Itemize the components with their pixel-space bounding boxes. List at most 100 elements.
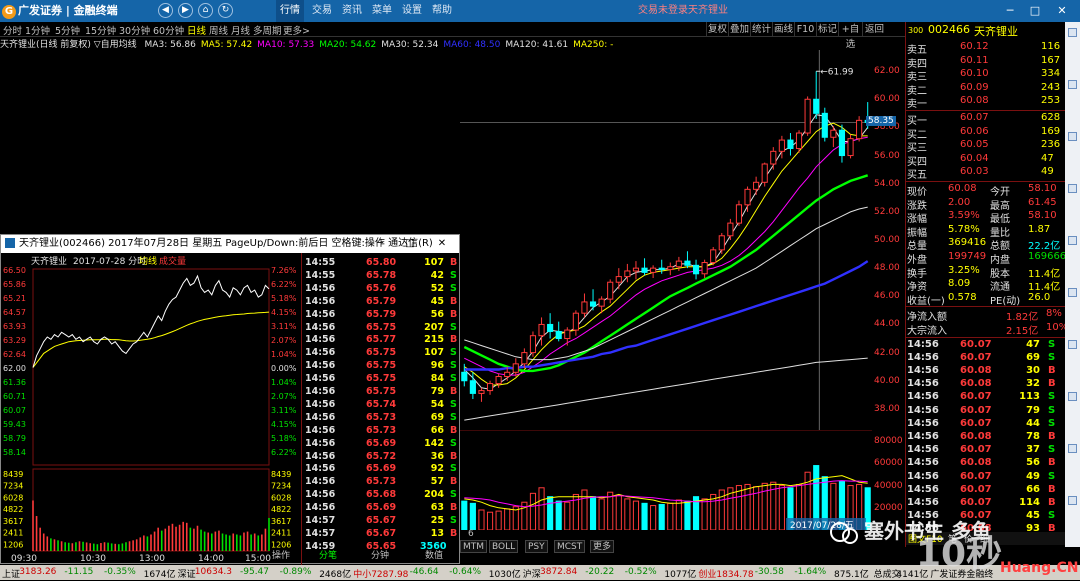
period-tab[interactable]: 60分钟 (153, 23, 184, 37)
candle-body[interactable] (821, 112, 828, 138)
quote-tab[interactable]: 细 (980, 532, 989, 545)
candle-body[interactable] (495, 376, 502, 385)
indicator-tab[interactable]: PSY (525, 540, 548, 553)
period-tab[interactable]: 5分钟 (55, 23, 80, 37)
nav-news[interactable]: 资讯 (342, 0, 362, 22)
indicator-tab[interactable]: BOLL (489, 540, 519, 553)
indicator-tab[interactable]: 更多 (590, 540, 615, 553)
candle-body[interactable] (624, 270, 631, 278)
candle-body[interactable] (761, 163, 768, 183)
minimize-icon[interactable]: ─ (1000, 0, 1020, 22)
toolbar-button[interactable]: 返回 (862, 22, 886, 37)
candle-body[interactable] (461, 371, 468, 382)
trade-login-status[interactable]: 交易未登录 (638, 0, 688, 22)
quote-tab[interactable]: 价 (964, 532, 973, 545)
volume-bar[interactable] (555, 500, 562, 530)
candle-body[interactable] (795, 132, 803, 150)
volume-bar[interactable] (589, 496, 597, 530)
period-tab[interactable]: 15分钟 (85, 23, 116, 37)
volume-bar[interactable] (744, 483, 751, 530)
candle-body[interactable] (701, 262, 708, 275)
volume-bar[interactable] (650, 505, 657, 530)
candle-body[interactable] (787, 139, 794, 150)
volume-bar[interactable] (495, 510, 502, 530)
candle-body[interactable] (529, 335, 537, 354)
candle-body[interactable] (744, 188, 751, 206)
candle-body[interactable] (684, 260, 691, 266)
candle-body[interactable] (538, 323, 545, 337)
volume-bar[interactable] (469, 502, 476, 530)
period-tab[interactable]: 月线 (231, 23, 250, 37)
period-tab[interactable]: 多周期 (253, 23, 282, 37)
candle-body[interactable] (504, 371, 511, 378)
intraday-chart[interactable]: 天齐锂业 2017-07-28 分时均线 成交量 66.50 7.26% 65.86 6.2… (1, 253, 301, 565)
volume-bar[interactable] (624, 498, 631, 530)
candle-body[interactable] (804, 98, 811, 134)
volume-bar[interactable] (581, 489, 588, 530)
toolbar-button[interactable]: F10 (794, 22, 816, 37)
maximize-icon[interactable]: □ (1025, 0, 1045, 22)
sidebar-tool-icon[interactable] (1068, 444, 1077, 453)
sidebar-tool-icon[interactable] (1068, 236, 1077, 245)
popup-titlebar[interactable]: 天齐锂业(002466) 2017年07月28日 星期五 PageUp/Down… (1, 235, 459, 253)
candle-body[interactable] (598, 298, 605, 307)
indicator-tab[interactable]: MCST (554, 540, 586, 553)
volume-bar[interactable] (478, 509, 485, 530)
volume-bar[interactable] (675, 499, 682, 530)
volume-chart[interactable]: 2017/07/28/五 (460, 430, 872, 530)
period-tab[interactable]: 1分钟 (25, 23, 50, 37)
candle-body[interactable] (641, 267, 648, 273)
popup-tab[interactable]: 数值 (425, 549, 443, 563)
nav-quotes[interactable]: 行情 (276, 0, 304, 22)
volume-bar[interactable] (607, 491, 614, 530)
volume-bar[interactable] (529, 492, 537, 530)
popup-close-icon[interactable]: ✕ (433, 235, 451, 253)
period-tab[interactable]: 30分钟 (119, 23, 150, 37)
volume-bar[interactable] (667, 502, 674, 530)
sidebar-tool-icon[interactable] (1068, 496, 1077, 505)
candle-body[interactable] (486, 383, 494, 392)
volume-bar[interactable] (710, 493, 717, 530)
period-tab[interactable]: 周线 (209, 23, 228, 37)
candle-body[interactable] (856, 119, 863, 140)
back-icon[interactable]: ◀ (158, 3, 173, 18)
sidebar-tool-icon[interactable] (1068, 392, 1077, 401)
candle-body[interactable] (572, 312, 579, 331)
volume-bar[interactable] (658, 503, 665, 530)
candle-body[interactable] (710, 249, 717, 264)
candle-body[interactable] (607, 281, 614, 300)
candle-body[interactable] (813, 98, 820, 114)
nav-menu[interactable]: 菜单 (372, 0, 392, 22)
candle-body[interactable] (564, 329, 571, 340)
candle-body[interactable] (650, 267, 657, 273)
candlestick-chart[interactable]: ←61.99 (460, 50, 872, 430)
toolbar-button[interactable]: 标记 (816, 22, 838, 37)
sidebar-tool-icon[interactable] (1068, 132, 1077, 141)
volume-bar[interactable] (504, 508, 511, 530)
candle-body[interactable] (581, 301, 588, 314)
volume-bar[interactable] (486, 511, 494, 530)
toolbar-button[interactable]: +自选 (838, 22, 862, 50)
candle-body[interactable] (727, 222, 734, 237)
candle-body[interactable] (753, 181, 760, 190)
popup-tab[interactable]: 分钟 (371, 549, 389, 563)
volume-bar[interactable] (641, 502, 648, 530)
volume-bar[interactable] (547, 496, 554, 530)
candle-body[interactable] (589, 301, 597, 307)
volume-bar[interactable] (564, 501, 571, 530)
quote-tab[interactable]: 笔 (948, 532, 957, 545)
refresh-icon[interactable]: ↻ (218, 3, 233, 18)
sidebar-tool-icon[interactable] (1068, 340, 1077, 349)
volume-bar[interactable] (778, 485, 785, 530)
intraday-popup[interactable]: 天齐锂业(002466) 2017年07月28日 星期五 PageUp/Down… (0, 234, 460, 565)
candle-body[interactable] (615, 276, 622, 283)
candle-body[interactable] (770, 150, 777, 165)
candle-body[interactable] (521, 352, 528, 365)
popup-tab[interactable]: 操作 (272, 549, 290, 563)
sidebar-tool-icon[interactable] (1068, 184, 1077, 193)
period-tab[interactable]: 更多> (283, 23, 310, 37)
candle-body[interactable] (778, 139, 785, 152)
close-icon[interactable]: ✕ (1052, 0, 1072, 22)
candle-body[interactable] (469, 380, 476, 394)
candle-body[interactable] (692, 264, 700, 275)
